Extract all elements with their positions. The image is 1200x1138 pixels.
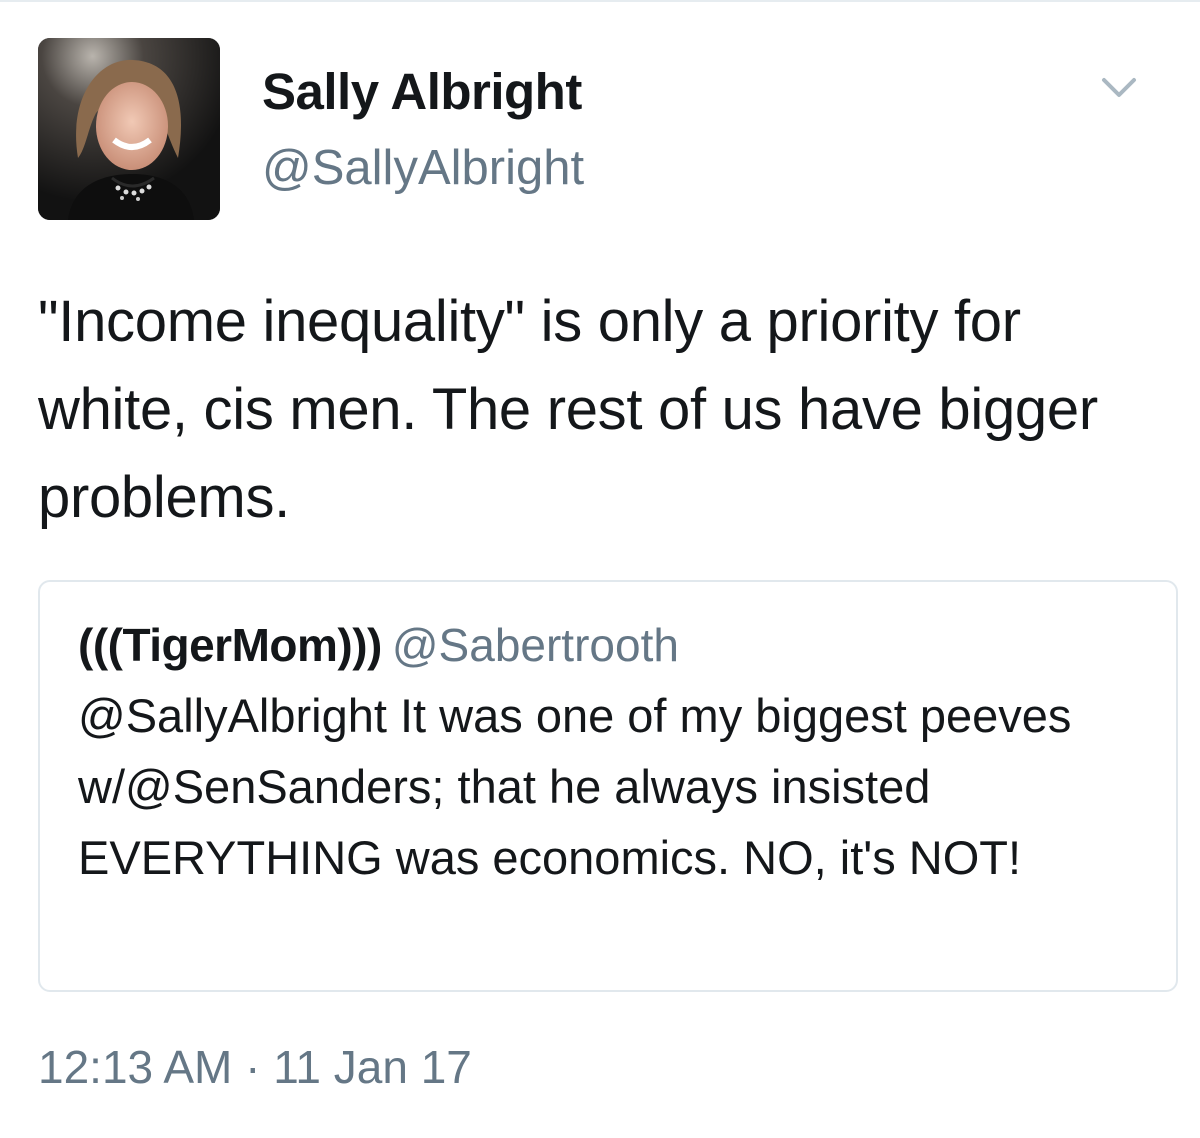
chevron-down-icon (1102, 78, 1136, 97)
quoted-tweet-header: (((TigerMom))) @Sabertrooth (78, 618, 679, 672)
avatar[interactable] (38, 38, 220, 220)
tweet-text: "Income inequality" is only a priority f… (38, 289, 1098, 530)
author-handle[interactable]: @SallyAlbright (262, 140, 584, 196)
quoted-tweet[interactable]: (((TigerMom))) @Sabertrooth @SallyAlbrigh… (38, 580, 1178, 992)
quoted-author-name: (((TigerMom))) (78, 619, 382, 671)
profile-photo-icon (38, 38, 220, 220)
quoted-author-handle: @Sabertrooth (391, 619, 679, 671)
tweet-card: Sally Albright @SallyAlbright "Income in… (0, 0, 1200, 1138)
top-divider (0, 0, 1200, 2)
author-display-name[interactable]: Sally Albright (262, 62, 582, 121)
tweet-menu-button[interactable] (1096, 70, 1142, 106)
quoted-tweet-text: @SallyAlbright It was one of my biggest … (78, 689, 1072, 884)
tweet-timestamp[interactable]: 12:13 AM · 11 Jan 17 (38, 1040, 472, 1094)
